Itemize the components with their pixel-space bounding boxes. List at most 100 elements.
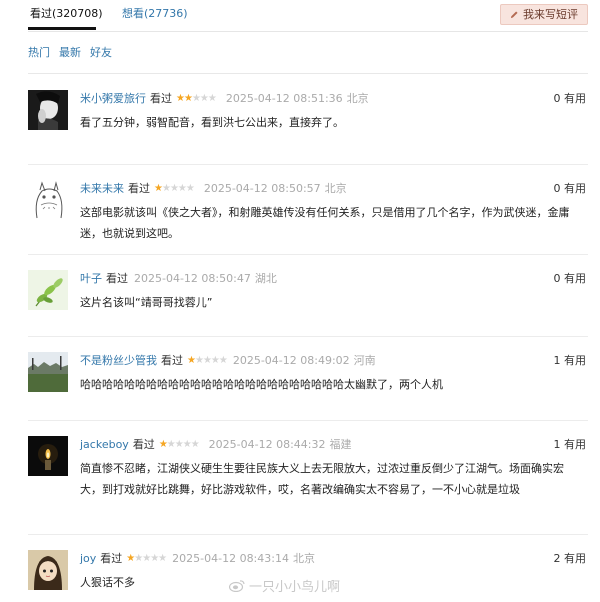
review-location: 福建 — [329, 438, 352, 451]
review-meta: 米小粥爱旅行 看过 ★ ★ ★ ★ ★ 2025-04-12 08:51:36 北京 — [80, 91, 369, 107]
write-review-label: 我来写短评 — [523, 8, 578, 21]
review-status: 看过 — [161, 354, 183, 367]
useful-vote-button[interactable]: 1 有用 — [554, 437, 587, 453]
review-content: 哈哈哈哈哈哈哈哈哈哈哈哈哈哈哈哈哈哈哈哈哈哈哈哈太幽默了，两个人机 — [80, 378, 443, 391]
useful-vote-button[interactable]: 1 有用 — [554, 353, 587, 369]
review-location: 北京 — [292, 552, 315, 565]
review-status: 看过 — [132, 438, 155, 451]
sort-friends[interactable]: 好友 — [90, 44, 112, 60]
user-avatar[interactable] — [28, 90, 68, 130]
avatar-green-leaves-icon — [28, 270, 68, 310]
star-empty-icon: ★ — [210, 355, 220, 366]
review-username[interactable]: 叶子 — [80, 271, 102, 287]
review-item: jackeboy 看过 ★ ★ ★ ★ ★ 2025-04-12 08:44:32 福建… — [28, 420, 588, 535]
review-username[interactable]: 未来未来 — [80, 181, 124, 197]
user-avatar[interactable] — [28, 352, 68, 392]
star-empty-icon: ★ — [207, 93, 217, 104]
avatar-landscape-icon — [28, 352, 68, 392]
review-item: 不是粉丝少管我 看过 ★ ★ ★ ★ ★ 2025-04-12 08:49:02 河南 … — [28, 336, 588, 421]
review-location: 河南 — [353, 354, 376, 367]
useful-vote-button[interactable]: 0 有用 — [554, 91, 587, 107]
review-meta: 叶子 看过 2025-04-12 08:50:47 湖北 — [80, 271, 277, 287]
review-time: 2025-04-12 08:44:32 — [208, 438, 326, 451]
review-username[interactable]: 米小粥爱旅行 — [80, 91, 146, 107]
review-meta: jackeboy 看过 ★ ★ ★ ★ ★ 2025-04-12 08:44:32 福建 — [80, 437, 351, 453]
rating-stars: ★ ★ ★ ★ ★ — [158, 437, 200, 453]
user-avatar[interactable] — [28, 270, 68, 310]
useful-vote-button[interactable]: 0 有用 — [554, 271, 587, 287]
review-status: 看过 — [128, 182, 150, 195]
review-item: 叶子 看过 2025-04-12 08:50:47 湖北 0 有用 这片名该叫“… — [28, 254, 588, 337]
star-empty-icon: ★ — [134, 553, 143, 564]
tabs-divider — [28, 31, 588, 32]
rating-stars: ★ ★ ★ ★ ★ — [176, 91, 217, 107]
star-filled-icon: ★ — [183, 93, 193, 104]
star-empty-icon: ★ — [218, 355, 228, 366]
review-content: 看了五分钟，弱智配音，看到洪七公出来，直接弃了。 — [80, 116, 344, 129]
rating-stars: ★ ★ ★ ★ ★ — [187, 353, 228, 369]
review-location: 湖北 — [254, 272, 277, 285]
write-review-button[interactable]: 我来写短评 — [500, 4, 588, 25]
useful-vote-button[interactable]: 2 有用 — [554, 551, 587, 567]
review-username[interactable]: joy — [80, 551, 96, 567]
review-content: 简直惨不忍睹，江湖侠义硬生生要往民族大义上去无限放大，过浓过重反倒少了江湖气。场… — [80, 462, 564, 496]
watermark-text: 一只小小鸟儿啊 — [249, 580, 341, 595]
watermark: 一只小小鸟儿啊 — [229, 576, 340, 595]
star-empty-icon: ★ — [142, 553, 151, 564]
review-username[interactable]: 不是粉丝少管我 — [80, 353, 157, 369]
review-time: 2025-04-12 08:43:14 — [172, 552, 289, 565]
rating-stars: ★ ★ ★ ★ ★ — [154, 181, 195, 197]
review-status: 看过 — [106, 272, 128, 285]
tab-want-to-watch[interactable]: 想看(27736) — [120, 6, 190, 22]
star-filled-icon: ★ — [176, 93, 185, 104]
star-empty-icon: ★ — [161, 183, 171, 194]
review-time: 2025-04-12 08:49:02 — [232, 354, 350, 367]
review-item: 米小粥爱旅行 看过 ★ ★ ★ ★ ★ 2025-04-12 08:51:36 北京 0… — [28, 74, 588, 165]
avatar-dark-face-icon — [28, 90, 68, 130]
star-empty-icon: ★ — [202, 355, 212, 366]
star-empty-icon: ★ — [158, 553, 167, 564]
review-status: 看过 — [100, 552, 123, 565]
star-empty-icon: ★ — [150, 553, 159, 564]
review-location: 北京 — [346, 92, 369, 105]
star-filled-icon: ★ — [154, 183, 163, 194]
star-filled-icon: ★ — [158, 439, 168, 450]
avatar-totoro-sketch-icon — [28, 180, 68, 220]
user-avatar[interactable] — [28, 436, 68, 476]
star-empty-icon: ★ — [194, 355, 204, 366]
star-filled-icon: ★ — [126, 553, 135, 564]
review-meta: 未来未来 看过 ★ ★ ★ ★ ★ 2025-04-12 08:50:57 北京 — [80, 181, 347, 197]
review-item: 未来未来 看过 ★ ★ ★ ★ ★ 2025-04-12 08:50:57 北京 0 有… — [28, 164, 588, 255]
star-empty-icon: ★ — [177, 183, 187, 194]
review-username[interactable]: jackeboy — [80, 437, 129, 453]
star-empty-icon: ★ — [191, 93, 201, 104]
star-empty-icon: ★ — [185, 183, 195, 194]
review-location: 北京 — [324, 182, 347, 195]
useful-vote-button[interactable]: 0 有用 — [554, 181, 587, 197]
sort-tabs: 热门 最新 好友 — [28, 44, 112, 60]
review-time: 2025-04-12 08:50:57 — [203, 182, 321, 195]
star-empty-icon: ★ — [166, 439, 176, 450]
weibo-logo-icon — [229, 580, 245, 592]
active-tab-indicator — [28, 27, 96, 30]
star-empty-icon: ★ — [190, 439, 200, 450]
star-empty-icon: ★ — [174, 439, 184, 450]
review-meta: 不是粉丝少管我 看过 ★ ★ ★ ★ ★ 2025-04-12 08:49:02 河南 — [80, 353, 376, 369]
avatar-candle-dark-icon — [28, 436, 68, 476]
avatar-anime-girl-icon — [28, 550, 68, 590]
star-empty-icon: ★ — [182, 439, 192, 450]
review-status: 看过 — [150, 92, 172, 105]
pencil-icon — [510, 11, 518, 19]
star-empty-icon: ★ — [199, 93, 209, 104]
review-time: 2025-04-12 08:51:36 — [225, 92, 343, 105]
review-meta: joy 看过 ★ ★ ★ ★ ★ 2025-04-12 08:43:14 北京 — [80, 551, 315, 567]
star-empty-icon: ★ — [169, 183, 179, 194]
review-content: 这部电影就该叫《侠之大者》，和射雕英雄传没有任何关系，只是借用了几个名字，作为武… — [80, 206, 570, 240]
user-avatar[interactable] — [28, 180, 68, 220]
tab-watched[interactable]: 看过(320708) — [28, 6, 105, 22]
rating-stars: ★ ★ ★ ★ ★ — [126, 551, 167, 567]
star-filled-icon: ★ — [187, 355, 196, 366]
sort-latest[interactable]: 最新 — [59, 44, 81, 60]
user-avatar[interactable] — [28, 550, 68, 590]
sort-hot[interactable]: 热门 — [28, 44, 50, 60]
